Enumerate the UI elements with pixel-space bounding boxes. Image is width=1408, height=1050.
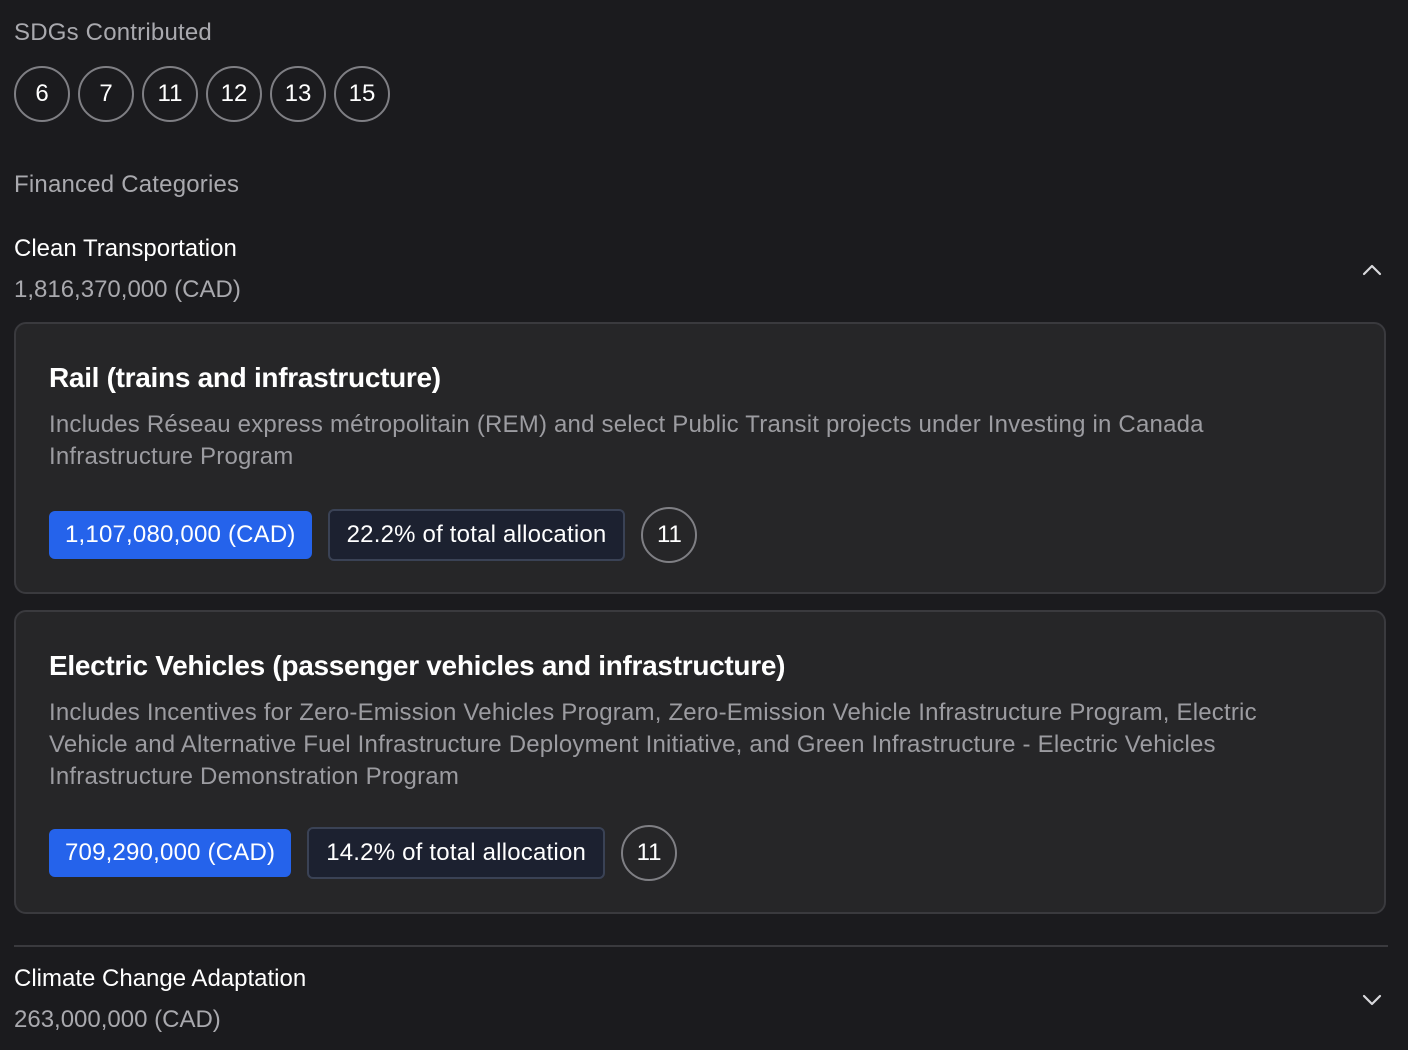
sdg-badge: 12 <box>206 66 262 122</box>
category-header-clean-transportation[interactable]: Clean Transportation 1,816,370,000 (CAD) <box>14 235 1388 305</box>
category-title: Clean Transportation <box>14 235 237 262</box>
sdg-badge: 15 <box>334 66 390 122</box>
project-title: Rail (trains and infrastructure) <box>49 362 441 393</box>
sdg-badge: 7 <box>78 66 134 122</box>
chevron-down-icon[interactable] <box>1356 984 1388 1016</box>
chevron-up-icon[interactable] <box>1356 254 1388 286</box>
category-amount: 263,000,000 (CAD) <box>14 1005 221 1033</box>
category-title: Climate Change Adaptation <box>14 965 307 992</box>
sdg-badge: 11 <box>621 825 678 881</box>
category-divider <box>14 945 1388 947</box>
allocation-chip: 14.2% of total allocation <box>307 827 606 879</box>
category-header-text: Clean Transportation 1,816,370,000 (CAD) <box>14 235 241 305</box>
financed-categories-label: Financed Categories <box>14 171 240 198</box>
sdg-badge-list: 6 7 11 12 13 15 <box>14 66 390 122</box>
project-chip-row: 709,290,000 (CAD) 14.2% of total allocat… <box>49 825 678 881</box>
amount-chip: 709,290,000 (CAD) <box>49 829 292 877</box>
project-card-electric-vehicles: Electric Vehicles (passenger vehicles an… <box>14 610 1386 914</box>
project-description: Includes Incentives for Zero-Emission Ve… <box>49 699 1257 790</box>
project-chip-row: 1,107,080,000 (CAD) 22.2% of total alloc… <box>49 507 698 563</box>
project-title: Electric Vehicles (passenger vehicles an… <box>49 650 786 681</box>
amount-chip: 1,107,080,000 (CAD) <box>49 511 312 559</box>
sdg-badge: 13 <box>270 66 326 122</box>
sdg-badge: 6 <box>14 66 70 122</box>
category-header-climate-change-adaptation[interactable]: Climate Change Adaptation 263,000,000 (C… <box>14 965 1388 1035</box>
sdg-badge: 11 <box>142 66 198 122</box>
category-amount: 1,816,370,000 (CAD) <box>14 275 241 303</box>
allocation-chip: 22.2% of total allocation <box>327 509 626 561</box>
sdg-badge: 11 <box>641 507 698 563</box>
project-description: Includes Réseau express métropolitain (R… <box>49 411 1204 470</box>
sdgs-label: SDGs Contributed <box>14 19 212 46</box>
financed-categories-panel: SDGs Contributed 6 7 11 12 13 15 Finance… <box>0 0 1408 1050</box>
category-header-text: Climate Change Adaptation 263,000,000 (C… <box>14 965 306 1035</box>
project-card-rail: Rail (trains and infrastructure) Include… <box>14 322 1386 594</box>
